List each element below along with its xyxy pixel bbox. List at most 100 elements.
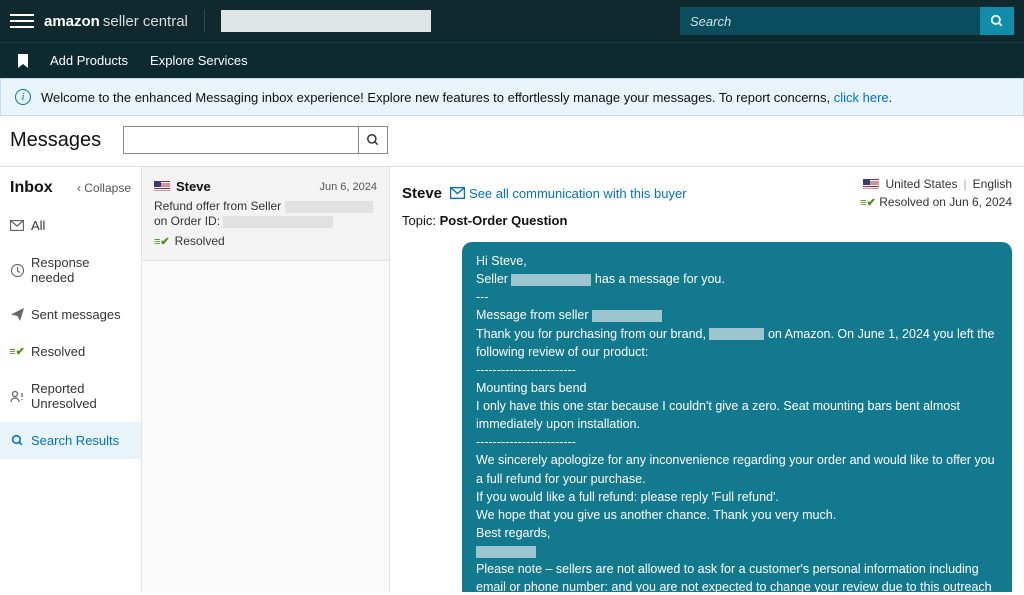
msg-line: has a message for you. — [591, 272, 724, 286]
banner-period: . — [889, 90, 893, 105]
messages-search-input[interactable] — [123, 126, 358, 154]
amazon-logo[interactable]: amazonseller central — [44, 13, 188, 30]
sidebar-item-label: All — [31, 218, 45, 233]
msg-line: ------------------------ — [476, 435, 576, 449]
collapse-label: Collapse — [84, 181, 131, 195]
msg-line: If you would like a full refund: please … — [476, 490, 779, 504]
redacted — [709, 328, 764, 340]
global-search — [680, 7, 1014, 35]
msg-line: We hope that you give us another chance.… — [476, 508, 836, 522]
msg-line: Thank you for purchasing from our brand, — [476, 327, 709, 341]
locale-language: English — [973, 177, 1012, 191]
info-icon: i — [15, 89, 31, 105]
thread-status: ≡✔ Resolved — [154, 234, 377, 248]
thread-item[interactable]: Steve Jun 6, 2024 Refund offer from Sell… — [142, 167, 389, 261]
msg-line: I only have this one star because I coul… — [476, 399, 960, 431]
thread-sender: Steve — [154, 179, 211, 194]
message-detail: Steve See all communication with this bu… — [390, 167, 1024, 592]
locale-country: United States — [885, 177, 957, 191]
msg-line: Message from seller — [476, 308, 592, 322]
sidebar-item-all[interactable]: All — [0, 207, 141, 244]
redacted — [476, 546, 536, 558]
menu-icon[interactable] — [10, 9, 34, 33]
resolved-icon: ≡✔ — [860, 197, 876, 209]
person-alert-icon — [10, 389, 24, 403]
send-icon — [10, 308, 24, 322]
main-content: Inbox ‹ Collapse All Response needed Sen… — [0, 167, 1024, 592]
logo-amazon-text: amazon — [44, 13, 100, 30]
sidebar-item-label: Response needed — [31, 255, 131, 285]
sidebar-item-resolved[interactable]: ≡✔ Resolved — [0, 333, 141, 370]
redacted — [285, 201, 373, 213]
sidebar-item-label: Search Results — [31, 433, 119, 448]
sidebar-item-search-results[interactable]: Search Results — [0, 422, 141, 459]
redacted-account-box — [221, 10, 431, 32]
banner-msg: Welcome to the enhanced Messaging inbox … — [41, 90, 834, 105]
bookmark-icon[interactable] — [18, 54, 28, 68]
resolved-icon: ≡✔ — [154, 235, 170, 248]
msg-line: --- — [476, 290, 489, 304]
logo-sc-text: seller central — [103, 13, 188, 30]
resolved-icon: ≡✔ — [10, 345, 24, 359]
thread-subject: Refund offer from Seller on Order ID: — [154, 198, 377, 228]
sidebar-item-response-needed[interactable]: Response needed — [0, 244, 141, 296]
link-label: See all communication with this buyer — [469, 186, 687, 201]
resolved-status: ≡✔ Resolved on Jun 6, 2024 — [860, 195, 1012, 209]
thread-subject-line2: on Order ID: — [154, 214, 223, 228]
inbox-title: Inbox — [10, 179, 53, 197]
msg-line: ------------------------ — [476, 363, 576, 377]
detail-meta: United States | English ≡✔ Resolved on J… — [860, 177, 1012, 209]
thread-list: Steve Jun 6, 2024 Refund offer from Sell… — [142, 167, 390, 592]
topic-value: Post-Order Question — [440, 213, 568, 228]
messages-search-button[interactable] — [358, 126, 388, 154]
thread-status-label: Resolved — [175, 234, 225, 248]
collapse-button[interactable]: ‹ Collapse — [77, 181, 131, 195]
redacted — [511, 274, 591, 286]
clock-icon — [10, 263, 24, 277]
sidebar-item-label: Resolved — [31, 344, 85, 359]
search-button[interactable] — [980, 7, 1014, 35]
thread-sender-name: Steve — [176, 179, 211, 194]
banner-link[interactable]: click here — [834, 90, 889, 105]
sub-nav: Add Products Explore Services — [0, 42, 1024, 78]
sidebar-item-reported[interactable]: Reported Unresolved — [0, 370, 141, 422]
messages-search — [123, 126, 388, 154]
resolved-label: Resolved on Jun 6, 2024 — [879, 195, 1012, 209]
msg-line: We sincerely apologize for any inconveni… — [476, 453, 995, 485]
redacted — [592, 310, 662, 322]
info-banner: i Welcome to the enhanced Messaging inbo… — [0, 78, 1024, 116]
msg-line: Please note – sellers are not allowed to… — [476, 562, 992, 592]
thread-subject-prefix: Refund offer from Seller — [154, 199, 285, 213]
envelope-icon — [450, 187, 465, 199]
buyer-name: Steve — [402, 185, 442, 202]
seller-message-bubble: Hi Steve, Seller has a message for you. … — [462, 242, 1012, 592]
nav-explore-services[interactable]: Explore Services — [150, 53, 248, 68]
msg-line: Best regards, — [476, 526, 550, 540]
page-title: Messages — [10, 129, 101, 152]
separator: | — [964, 177, 967, 191]
search-icon — [366, 133, 380, 147]
sidebar-item-sent[interactable]: Sent messages — [0, 296, 141, 333]
see-all-communication-link[interactable]: See all communication with this buyer — [450, 186, 687, 201]
search-icon — [990, 14, 1004, 28]
search-icon — [10, 434, 24, 448]
sidebar-item-label: Sent messages — [31, 307, 121, 322]
detail-header: Steve See all communication with this bu… — [402, 177, 1012, 209]
inbox-sidebar: Inbox ‹ Collapse All Response needed Sen… — [0, 167, 142, 592]
us-flag-icon — [863, 179, 879, 190]
thread-date: Jun 6, 2024 — [320, 181, 378, 193]
envelope-icon — [10, 219, 24, 233]
msg-line: Mounting bars bend — [476, 381, 587, 395]
nav-add-products[interactable]: Add Products — [50, 53, 128, 68]
banner-text: Welcome to the enhanced Messaging inbox … — [41, 90, 892, 105]
top-bar: amazonseller central — [0, 0, 1024, 42]
search-input[interactable] — [680, 7, 980, 35]
msg-line: Seller — [476, 272, 511, 286]
sidebar-item-label: Reported Unresolved — [31, 381, 131, 411]
msg-line: Hi Steve, — [476, 254, 527, 268]
divider — [204, 10, 205, 32]
us-flag-icon — [154, 181, 170, 192]
redacted — [223, 216, 333, 228]
topic-label: Topic: — [402, 213, 440, 228]
topic-row: Topic: Post-Order Question — [402, 213, 1012, 228]
